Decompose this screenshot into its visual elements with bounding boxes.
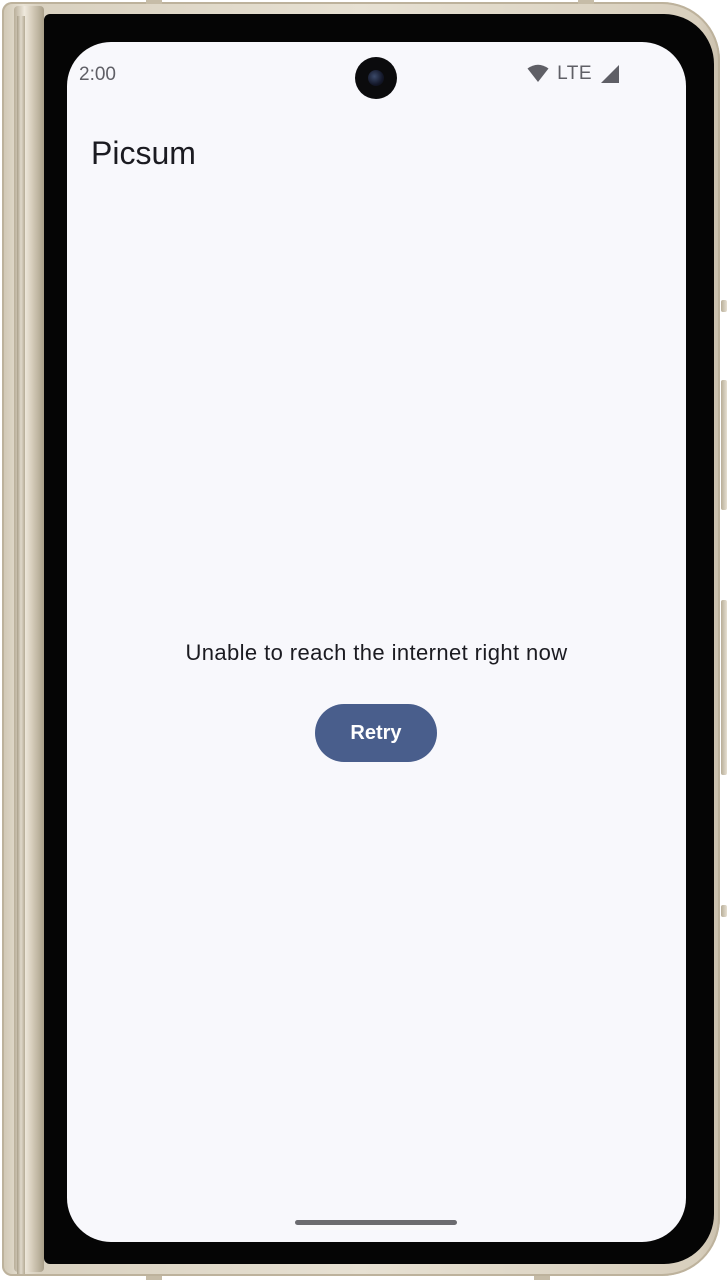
wifi-icon bbox=[527, 64, 549, 84]
front-camera bbox=[355, 57, 397, 99]
error-message: Unable to reach the internet right now bbox=[185, 640, 568, 665]
top-nub bbox=[146, 0, 162, 4]
screen: 2:00 LTE Picsum Unable to reach the inte… bbox=[67, 42, 686, 1242]
device-frame: 2:00 LTE Picsum Unable to reach the inte… bbox=[0, 0, 727, 1280]
app-title: Picsum bbox=[91, 135, 196, 171]
status-bar: 2:00 LTE bbox=[67, 42, 686, 104]
side-sensor bbox=[721, 300, 727, 312]
side-sensor bbox=[721, 905, 727, 917]
status-time: 2:00 bbox=[79, 64, 116, 85]
network-type-label: LTE bbox=[557, 63, 592, 84]
power-button bbox=[721, 600, 727, 775]
volume-button bbox=[721, 380, 727, 510]
status-icons: LTE bbox=[527, 62, 622, 86]
bottom-nub bbox=[146, 1276, 162, 1280]
bottom-nub bbox=[534, 1276, 550, 1280]
retry-button[interactable]: Retry bbox=[315, 704, 437, 762]
hinge bbox=[14, 6, 44, 1274]
home-indicator[interactable] bbox=[295, 1220, 457, 1225]
signal-icon bbox=[600, 64, 622, 84]
top-nub bbox=[578, 0, 594, 4]
